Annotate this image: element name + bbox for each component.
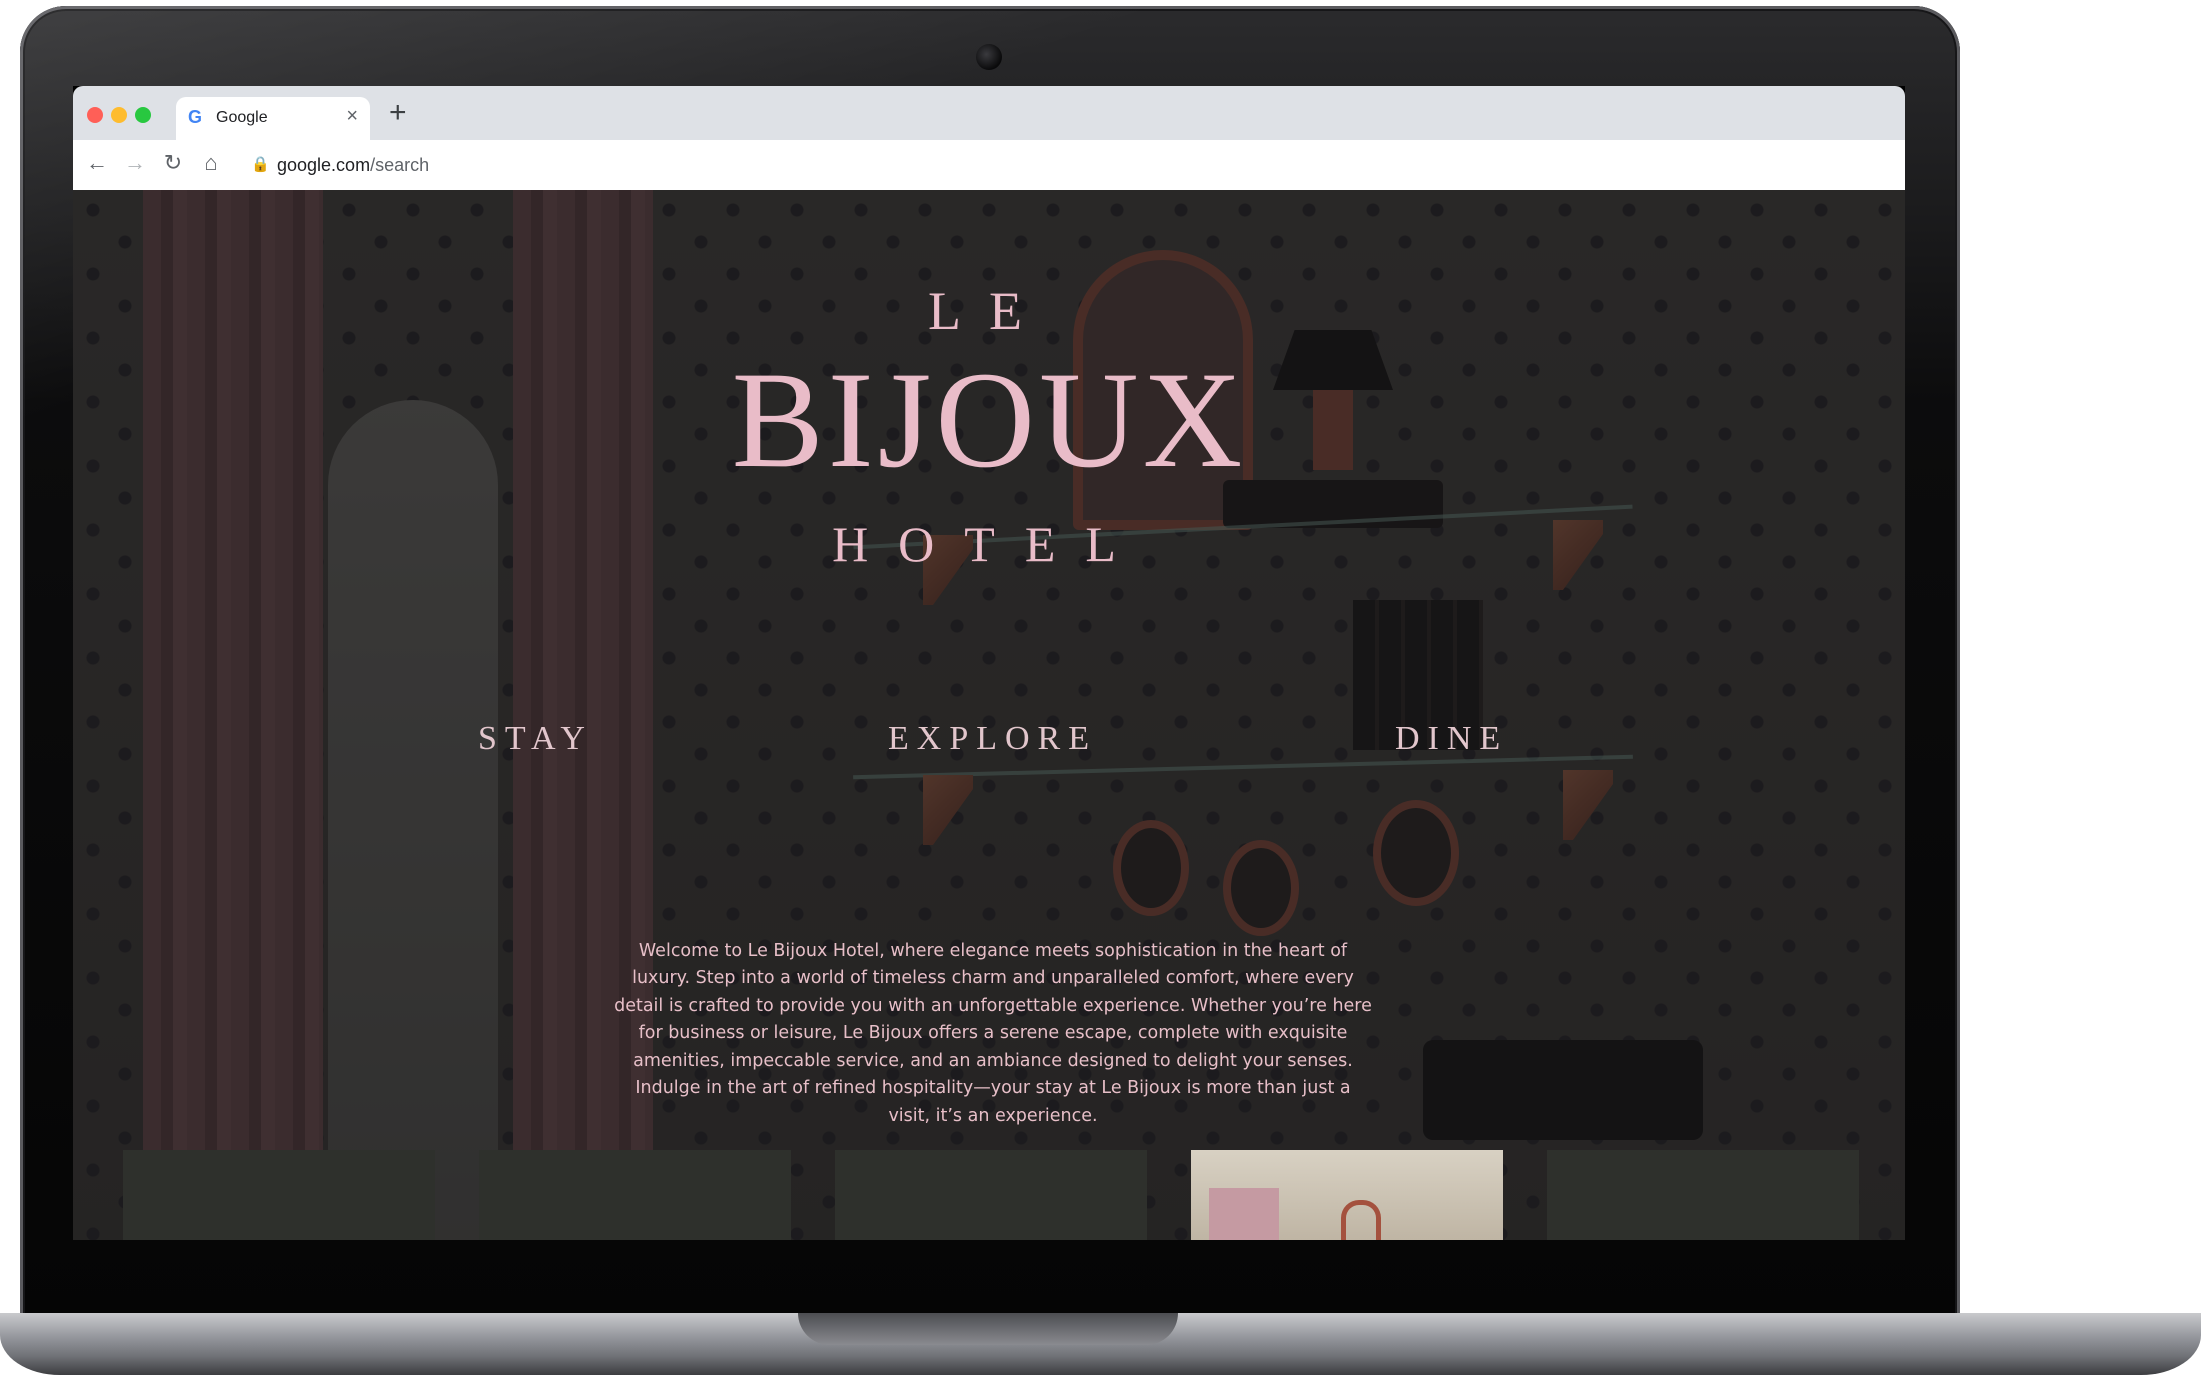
gallery-thumbnail[interactable] bbox=[835, 1150, 1147, 1240]
new-tab-icon[interactable]: + bbox=[389, 96, 407, 130]
logo-bijoux: BIJOUX bbox=[731, 343, 1247, 496]
window-minimize-button[interactable] bbox=[111, 107, 127, 123]
back-arrow-icon[interactable]: ← bbox=[83, 150, 111, 176]
forward-arrow-icon[interactable]: → bbox=[121, 150, 149, 176]
window-zoom-button[interactable] bbox=[135, 107, 151, 123]
browser-tab[interactable]: G Google × bbox=[176, 97, 370, 140]
lock-icon: 🔒 bbox=[251, 156, 270, 173]
window-close-button[interactable] bbox=[87, 107, 103, 123]
address-bar[interactable]: 🔒 google.com/search ☆ ⋮ bbox=[251, 148, 1831, 182]
webcam bbox=[976, 44, 1002, 70]
browser-tab-bar: G Google × + bbox=[73, 86, 1905, 140]
gallery-thumbnail[interactable] bbox=[1547, 1150, 1859, 1240]
tab-title: Google bbox=[216, 109, 268, 126]
google-favicon-icon: G bbox=[188, 107, 203, 127]
url-path: /search bbox=[370, 155, 430, 175]
browser-toolbar: ← → ↻ ⌂ 🔒 google.com/search ☆ ⋮ bbox=[73, 140, 1905, 191]
nav-dine[interactable]: DINE bbox=[1395, 720, 1508, 758]
nav-stay[interactable]: STAY bbox=[478, 720, 593, 758]
laptop-hinge-notch bbox=[798, 1313, 1178, 1345]
nav-explore[interactable]: EXPLORE bbox=[888, 720, 1097, 758]
home-icon[interactable]: ⌂ bbox=[197, 150, 225, 176]
url-text: google.com/search bbox=[277, 155, 429, 176]
close-tab-icon[interactable]: × bbox=[346, 105, 358, 128]
logo-le: LE bbox=[928, 281, 1050, 341]
logo-hotel: HOTEL bbox=[832, 516, 1146, 572]
url-domain: google.com bbox=[277, 155, 371, 175]
gallery-thumbnail[interactable] bbox=[123, 1150, 435, 1240]
reload-icon[interactable]: ↻ bbox=[159, 150, 187, 176]
gallery-thumbnail[interactable] bbox=[479, 1150, 791, 1240]
hotel-website-hero: LE BIJOUX HOTEL STAY EXPLORE DINE Welcom… bbox=[73, 190, 1905, 1240]
gallery-thumbnails bbox=[123, 1150, 1863, 1240]
welcome-paragraph: Welcome to Le Bijoux Hotel, where elegan… bbox=[614, 940, 1372, 1126]
gallery-thumbnail-active[interactable] bbox=[1191, 1150, 1503, 1240]
laptop-screen: G Google × + ← → ↻ ⌂ 🔒 google.com/search… bbox=[73, 86, 1905, 1240]
